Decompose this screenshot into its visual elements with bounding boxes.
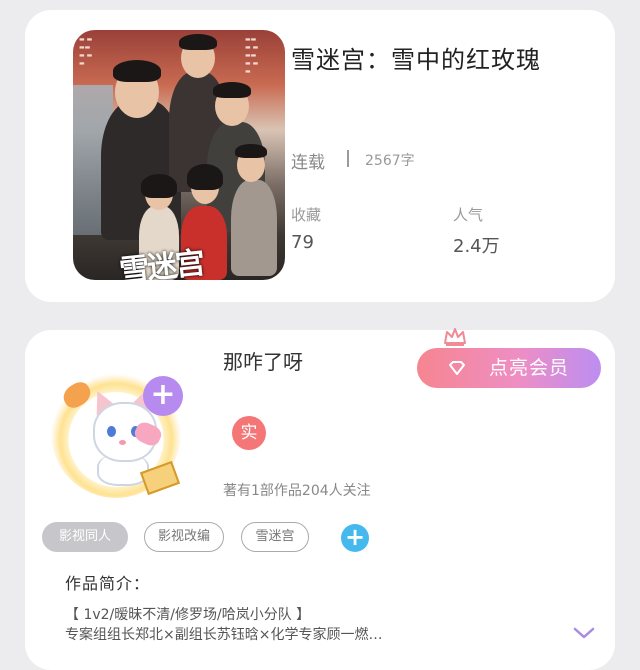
cover-hair-5 — [141, 174, 177, 198]
favorites-value: 79 — [291, 232, 314, 253]
author-stats: 著有1部作品204人关注 — [223, 483, 371, 499]
follow-button[interactable]: + — [143, 376, 183, 416]
cover-hair-4 — [187, 164, 223, 190]
author-name: 那咋了呀 — [223, 350, 303, 374]
popularity-label: 人气 — [453, 206, 484, 224]
cover-credits-left: ▬ ▬ ▬▬ ▬ ▬ ▬ — [79, 36, 93, 67]
diamond-icon — [449, 361, 465, 375]
favorites-label: 收藏 — [291, 206, 322, 224]
tag-fanfic[interactable]: 影视同人 — [42, 522, 128, 552]
vip-button-label: 点亮会员 — [489, 357, 570, 379]
book-title: 雪迷宫：雪中的红玫瑰 — [291, 46, 541, 74]
add-tag-button[interactable]: + — [341, 524, 369, 552]
cat-eye-left — [107, 426, 116, 437]
crown-icon — [444, 328, 466, 346]
cover-hair-lead — [113, 60, 161, 82]
book-info-card: ▬ ▬ ▬▬ ▬ ▬ ▬ ▬▬ ▬ ▬ ▬▬ ▬ ▬ ▬ 雪迷宫 雪迷宫：雪中的红玫瑰 连载 … — [25, 10, 615, 302]
word-count: 2567字 — [365, 153, 415, 169]
cover-credits-right: ▬▬ ▬ ▬ ▬▬ ▬ ▬ ▬ — [245, 36, 259, 75]
cat-nose — [119, 440, 126, 445]
chevron-down-icon[interactable] — [573, 626, 595, 640]
serial-status: 连载 — [291, 153, 325, 173]
verified-badge: 实 — [232, 416, 266, 450]
intro-line-1: 【 1v2/暧昧不清/修罗场/哈岚小分队 】 — [65, 607, 311, 623]
book-cover-image[interactable]: ▬ ▬ ▬▬ ▬ ▬ ▬ ▬▬ ▬ ▬ ▬▬ ▬ ▬ ▬ 雪迷宫 — [73, 30, 285, 280]
cover-figure-6 — [231, 180, 277, 276]
intro-label: 作品简介： — [65, 574, 151, 593]
status-divider — [347, 150, 349, 167]
cover-hair-3 — [213, 82, 251, 98]
cover-hair-2 — [179, 34, 217, 50]
tag-snow-maze[interactable]: 雪迷宫 — [241, 522, 309, 552]
tag-adaptation[interactable]: 影视改编 — [144, 522, 224, 552]
intro-line-2: 专案组组长郑北×副组长苏钰晗×化学专家顾一燃… — [65, 627, 383, 643]
popularity-value: 2.4万 — [453, 236, 500, 257]
author-card: + 那咋了呀 实 著有1部作品204人关注 点亮会员 影视同人 影视改编 雪迷宫… — [25, 328, 615, 670]
vip-membership-button[interactable]: 点亮会员 — [417, 348, 601, 388]
cover-hair-6 — [235, 144, 267, 158]
cover-title-art: 雪迷宫 — [117, 245, 205, 280]
